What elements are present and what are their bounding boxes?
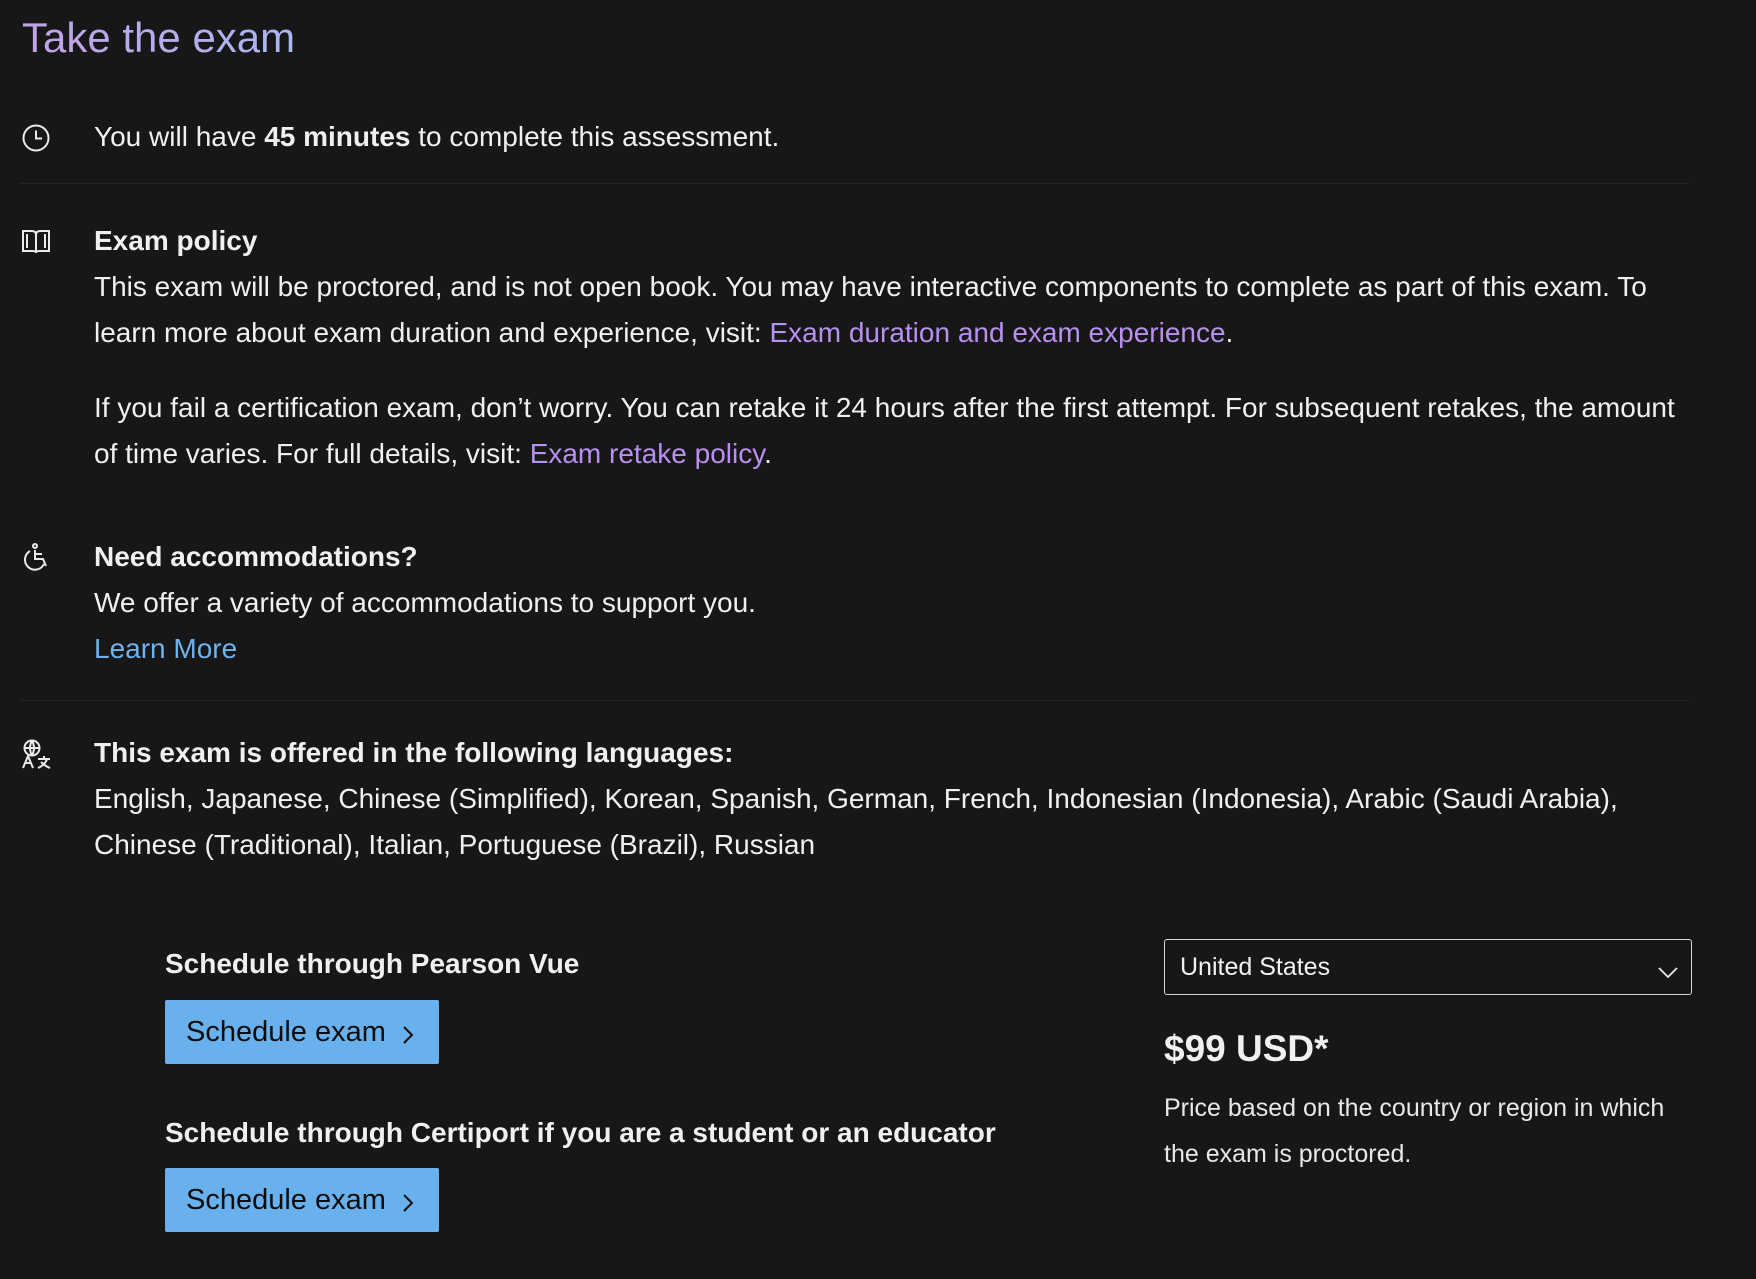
accommodations-text: We offer a variety of accommodations to …	[94, 587, 756, 618]
exam-retake-policy-link[interactable]: Exam retake policy	[530, 438, 764, 469]
button-label: Schedule exam	[186, 1183, 386, 1216]
languages-list: English, Japanese, Chinese (Simplified),…	[94, 783, 1618, 860]
divider	[20, 700, 1690, 701]
exam-policy-heading: Exam policy	[94, 225, 258, 256]
language-icon	[20, 738, 52, 770]
duration-suffix: to complete this assessment.	[410, 121, 780, 152]
languages-heading: This exam is offered in the following la…	[94, 737, 734, 768]
divider	[20, 183, 1690, 184]
chevron-down-icon	[1657, 958, 1679, 979]
book-icon	[20, 225, 52, 257]
chevron-right-icon	[400, 1021, 416, 1044]
accommodations-section: Need accommodations? We offer a variety …	[0, 534, 1700, 674]
retake-paragraph: If you fail a certification exam, don’t …	[94, 385, 1680, 477]
learn-more-link[interactable]: Learn More	[94, 633, 237, 664]
pearson-vue-label: Schedule through Pearson Vue	[165, 948, 580, 979]
chevron-right-icon	[400, 1189, 416, 1212]
clock-icon	[20, 122, 52, 154]
certiport-label: Schedule through Certiport if you are a …	[165, 1117, 996, 1148]
country-select[interactable]: United States	[1164, 939, 1692, 995]
period: .	[1225, 317, 1234, 348]
accommodations-heading: Need accommodations?	[94, 541, 418, 572]
exam-price: $99 USD*	[1164, 1028, 1329, 1069]
duration-section: You will have 45 minutes to complete thi…	[0, 112, 1700, 168]
price-note: Price based on the country or region in …	[1164, 1094, 1665, 1168]
exam-policy-paragraph: This exam will be proctored, and is not …	[94, 264, 1680, 356]
accessibility-icon	[20, 542, 52, 574]
period: .	[764, 438, 772, 469]
retake-text: If you fail a certification exam, don’t …	[94, 392, 1675, 469]
languages-section: This exam is offered in the following la…	[0, 730, 1700, 870]
duration-value: 45 minutes	[264, 121, 411, 152]
page-title: Take the exam	[22, 10, 295, 66]
schedule-exam-certiport-button[interactable]: Schedule exam	[165, 1168, 439, 1232]
schedule-exam-pearson-button[interactable]: Schedule exam	[165, 1000, 439, 1064]
duration-text: You will have 45 minutes to complete thi…	[94, 114, 1680, 160]
country-selected-value: United States	[1180, 952, 1331, 981]
exam-duration-link[interactable]: Exam duration and exam experience	[770, 317, 1226, 348]
duration-prefix: You will have	[94, 121, 265, 152]
button-label: Schedule exam	[186, 1015, 386, 1048]
exam-policy-section: Exam policy This exam will be proctored,…	[0, 218, 1700, 478]
